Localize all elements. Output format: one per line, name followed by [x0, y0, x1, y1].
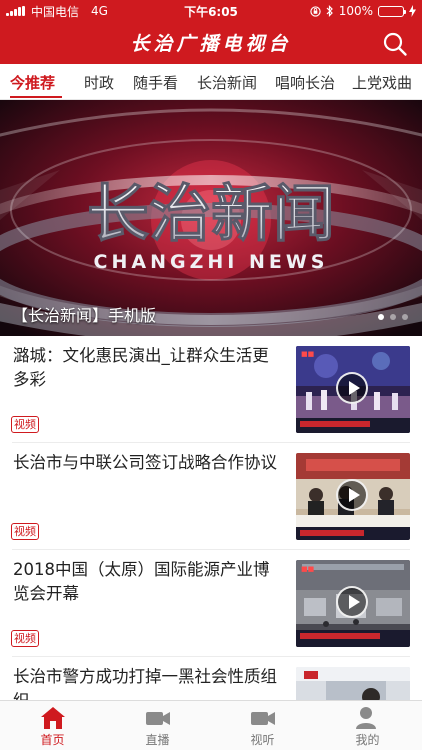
- nav-audiovisual[interactable]: 视听: [210, 701, 315, 750]
- news-title: 长治市与中联公司签订战略合作协议: [13, 453, 277, 472]
- banner-image: 长治新闻 CHANGZHI NEWS: [0, 100, 422, 336]
- news-thumbnail: ■■: [296, 346, 410, 433]
- news-item[interactable]: 2018中国（太原）国际能源产业博览会开幕 视频 ■■: [0, 550, 422, 657]
- tab-politics[interactable]: 时政: [84, 72, 114, 93]
- bottom-navigation: 首页 直播 视听 我的: [0, 700, 422, 750]
- profile-icon: [356, 707, 378, 729]
- banner-caption: 【长治新闻】手机版: [12, 306, 157, 325]
- news-item[interactable]: 长治市与中联公司签订战略合作协议 视频: [0, 443, 422, 550]
- video-badge: 视频: [11, 630, 39, 647]
- video-camera-icon: [146, 712, 170, 725]
- search-icon[interactable]: [382, 31, 408, 57]
- status-bar: 中国电信 4G 下午6:05 100%: [0, 0, 422, 22]
- news-title: 2018中国（太原）国际能源产业博览会开幕: [13, 560, 270, 603]
- tab-recommend[interactable]: 今推荐: [10, 72, 55, 93]
- home-icon: [41, 707, 65, 729]
- play-icon[interactable]: [336, 586, 368, 618]
- bluetooth-icon: [326, 5, 333, 17]
- app-title: 长治广播电视台: [130, 33, 292, 55]
- nav-label: 视听: [250, 733, 275, 747]
- news-title: 长治市警方成功打掉一黑社会性质组织: [13, 667, 277, 700]
- svg-text:■■: ■■: [301, 350, 314, 358]
- tab-shangdang-opera[interactable]: 上党戏曲: [352, 72, 412, 93]
- battery-icon: [378, 5, 406, 17]
- news-thumbnail: [296, 667, 410, 700]
- lock-rotation-icon: [310, 5, 321, 17]
- app-header: 长治广播电视台: [0, 22, 422, 64]
- svg-text:■■: ■■: [301, 565, 314, 573]
- news-item[interactable]: 潞城：文化惠民演出_让群众生活更多彩 视频 ■■: [0, 336, 422, 443]
- banner-sub-text: CHANGZHI NEWS: [94, 251, 329, 273]
- banner-main-text: 长治新闻: [87, 177, 335, 250]
- news-feed: 潞城：文化惠民演出_让群众生活更多彩 视频 ■■ 长治市与中联公司签订战略合作协…: [0, 336, 422, 700]
- news-title: 潞城：文化惠民演出_让群众生活更多彩: [13, 346, 269, 389]
- news-thumbnail: ■■: [296, 560, 410, 647]
- tab-sing-changzhi[interactable]: 唱响长治: [275, 72, 335, 93]
- video-badge: 视频: [11, 523, 39, 540]
- banner-carousel[interactable]: 长治新闻 CHANGZHI NEWS 【长治新闻】手机版: [0, 100, 422, 336]
- tab-changzhi-news[interactable]: 长治新闻: [197, 72, 257, 93]
- nav-live[interactable]: 直播: [105, 701, 210, 750]
- news-item[interactable]: 长治市警方成功打掉一黑社会性质组织 视频: [0, 657, 422, 700]
- play-icon[interactable]: [336, 479, 368, 511]
- carousel-dot[interactable]: [390, 314, 396, 320]
- play-icon[interactable]: [336, 372, 368, 404]
- news-thumbnail: [296, 453, 410, 540]
- carousel-dot[interactable]: [378, 314, 384, 320]
- nav-profile[interactable]: 我的: [315, 701, 420, 750]
- status-right: 100%: [310, 0, 416, 22]
- charging-icon: [409, 5, 416, 17]
- category-tabs: 今推荐 时政 随手看 长治新闻 唱响长治 上党戏曲: [0, 64, 422, 100]
- active-tab-indicator: [10, 96, 62, 98]
- battery-percent: 100%: [338, 4, 373, 18]
- nav-home[interactable]: 首页: [0, 701, 105, 750]
- carousel-pagination: [378, 314, 408, 320]
- nav-label: 首页: [40, 733, 65, 747]
- nav-label: 我的: [355, 733, 380, 747]
- nav-label: 直播: [145, 733, 170, 747]
- video-camera-icon: [251, 712, 275, 725]
- video-badge: 视频: [11, 416, 39, 433]
- carousel-dot[interactable]: [402, 314, 408, 320]
- tab-casual-watch[interactable]: 随手看: [133, 72, 178, 93]
